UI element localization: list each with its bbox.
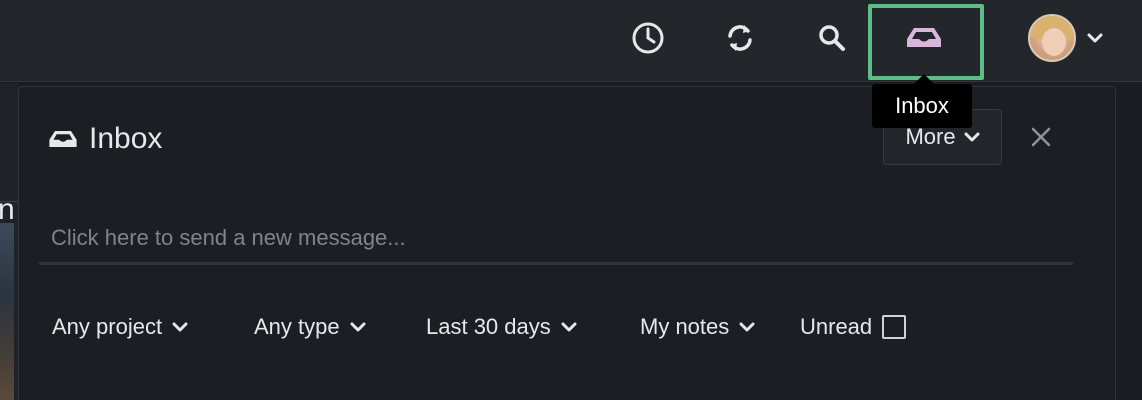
sync-icon	[728, 25, 752, 51]
background-divider	[0, 201, 18, 202]
background-heading-fragment: n	[0, 193, 15, 226]
history-button[interactable]	[628, 18, 668, 58]
chevron-down-icon	[172, 322, 188, 332]
avatar[interactable]	[1028, 14, 1076, 62]
project-filter-label: Any project	[52, 314, 163, 339]
notes-filter-label: My notes	[640, 314, 730, 339]
inbox-icon	[907, 28, 941, 47]
chevron-down-icon	[964, 132, 980, 142]
panel-title-text: Inbox	[89, 122, 163, 155]
project-filter-dropdown[interactable]: Any project	[52, 311, 188, 343]
inbox-panel: Inbox More Any project Any type Last 30 …	[18, 86, 1116, 400]
background-page-sliver: n sl	[0, 83, 18, 400]
new-message-input[interactable]	[39, 213, 1073, 265]
date-filter-label: Last 30 days	[426, 314, 551, 339]
unread-filter[interactable]: Unread	[800, 311, 907, 343]
top-navigation-bar	[0, 0, 1142, 82]
account-menu-caret[interactable]	[1084, 28, 1106, 48]
close-icon	[1031, 127, 1051, 147]
notes-filter-dropdown[interactable]: My notes	[640, 311, 755, 343]
chevron-down-icon	[739, 322, 755, 332]
chevron-down-icon	[561, 322, 577, 332]
inbox-button[interactable]	[904, 18, 944, 58]
tooltip-arrow	[914, 74, 934, 84]
search-icon	[819, 25, 845, 51]
inbox-icon	[49, 131, 77, 147]
type-filter-label: Any type	[254, 314, 340, 339]
search-button[interactable]	[812, 18, 852, 58]
sync-button[interactable]	[720, 18, 760, 58]
clock-icon	[632, 22, 664, 54]
tooltip-text: Inbox	[895, 93, 949, 118]
panel-title: Inbox	[47, 122, 163, 155]
date-filter-dropdown[interactable]: Last 30 days	[426, 311, 577, 343]
unread-filter-label: Unread	[800, 314, 873, 339]
chevron-down-icon	[350, 322, 366, 332]
chevron-down-icon	[1087, 33, 1103, 43]
type-filter-dropdown[interactable]: Any type	[254, 311, 366, 343]
inbox-tooltip: Inbox	[872, 84, 972, 128]
background-thumbnail	[0, 223, 14, 400]
unread-checkbox[interactable]	[882, 315, 907, 339]
close-button[interactable]	[1027, 123, 1055, 151]
